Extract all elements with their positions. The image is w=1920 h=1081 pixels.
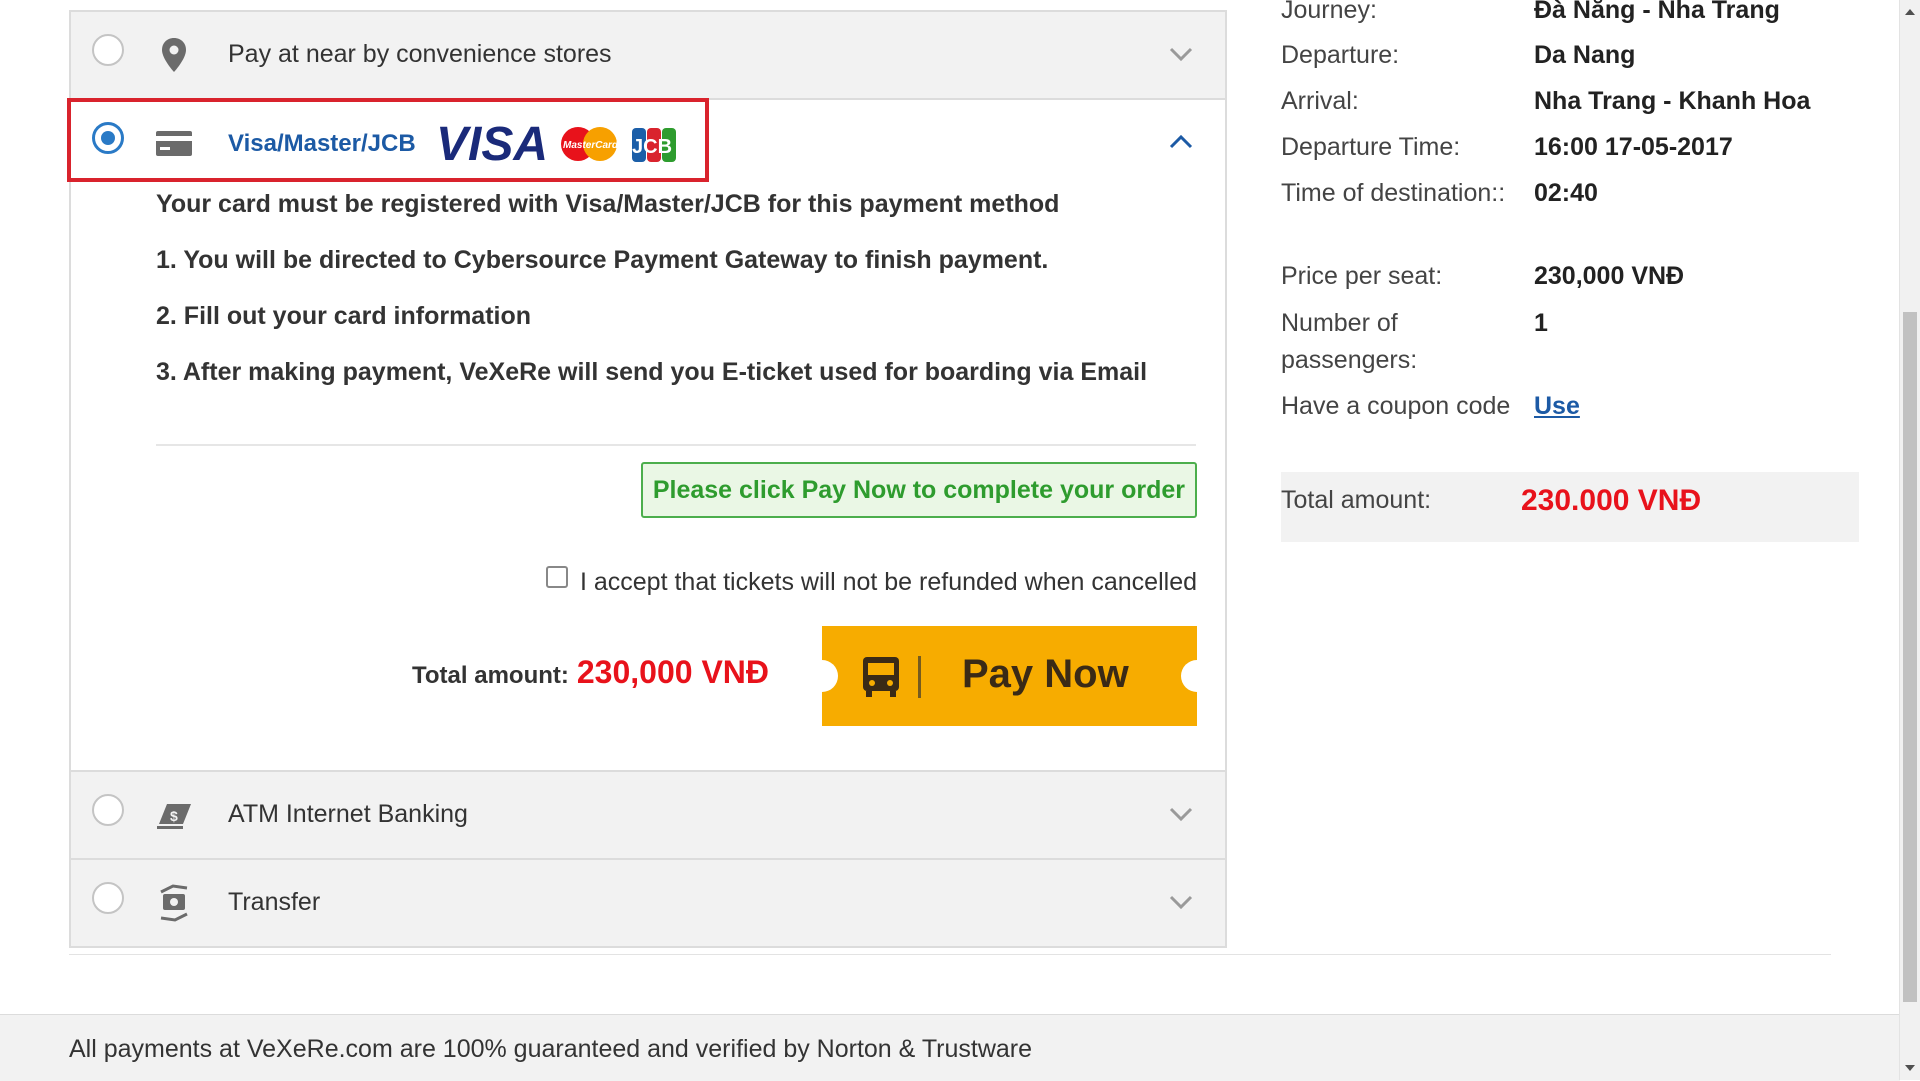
- summary-total-label: Total amount:: [1281, 486, 1432, 514]
- divider: [156, 444, 1196, 446]
- journey-label: Journey:: [1281, 0, 1377, 24]
- radio-convenience-stores[interactable]: [92, 34, 124, 66]
- coupon-label: Have a coupon code: [1281, 392, 1511, 420]
- chevron-down-icon[interactable]: [1165, 798, 1197, 830]
- total-amount-label: Total amount:: [412, 662, 569, 689]
- button-separator: [918, 656, 921, 698]
- price-per-seat-value: 230,000 VNĐ: [1534, 262, 1685, 290]
- payment-option-transfer[interactable]: Transfer: [71, 858, 1225, 946]
- radio-transfer[interactable]: [92, 882, 124, 914]
- svg-text:JCB: JCB: [632, 136, 672, 158]
- transfer-icon: [160, 884, 188, 922]
- svg-text:VISA: VISA: [436, 118, 548, 168]
- instruction-step-3: 3. After making payment, VeXeRe will sen…: [156, 358, 1148, 386]
- price-per-seat-label: Price per seat:: [1281, 262, 1443, 290]
- radio-atm-banking[interactable]: [92, 794, 124, 826]
- total-amount-value: 230,000 VNĐ: [576, 654, 769, 690]
- total-amount: Total amount: 230,000 VNĐ: [412, 654, 769, 691]
- chevron-up-icon[interactable]: [1165, 126, 1197, 158]
- payment-options-panel: Pay at near by convenience stores Visa/M…: [67, 10, 1227, 948]
- refund-policy-checkbox[interactable]: [545, 566, 568, 588]
- pay-now-notice: Please click Pay Now to complete your or…: [640, 462, 1197, 518]
- instruction-step-1: 1. You will be directed to Cybersource P…: [156, 246, 1049, 274]
- payment-option-label: ATM Internet Banking: [228, 800, 468, 828]
- atm-card-icon: $: [157, 804, 191, 829]
- coupon-use-link[interactable]: Use: [1534, 388, 1580, 425]
- payment-option-label: Transfer: [228, 888, 321, 916]
- chevron-down-icon[interactable]: [1165, 38, 1197, 70]
- arrival-value: Nha Trang - Khanh Hoa: [1534, 87, 1811, 115]
- scroll-down-arrow-icon[interactable]: [1904, 1062, 1916, 1074]
- payment-option-label: Pay at near by convenience stores: [228, 40, 612, 68]
- arrival-label: Arrival:: [1281, 87, 1359, 115]
- time-of-destination-label: Time of destination::: [1281, 179, 1506, 207]
- radio-card[interactable]: [92, 122, 124, 154]
- instruction-step-2: 2. Fill out your card information: [156, 302, 532, 330]
- passengers-value: 1: [1534, 309, 1548, 337]
- passengers-label: Number of passengers:: [1281, 309, 1418, 374]
- footer: All payments at VeXeRe.com are 100% guar…: [0, 1014, 1900, 1081]
- bus-icon: [863, 657, 899, 697]
- footer-guarantee-text: All payments at VeXeRe.com are 100% guar…: [69, 1035, 1033, 1063]
- payment-option-card[interactable]: Visa/Master/JCB VISA MasterCard JCB: [67, 98, 1225, 186]
- scroll-up-arrow-icon[interactable]: [1904, 6, 1916, 18]
- card-requirement-text: Your card must be registered with Visa/M…: [156, 190, 1060, 218]
- jcb-logo: JCB: [632, 128, 676, 162]
- payment-option-atm-banking[interactable]: $ ATM Internet Banking: [71, 770, 1225, 858]
- vertical-scrollbar[interactable]: [1899, 0, 1920, 1080]
- svg-text:MasterCard: MasterCard: [563, 140, 619, 151]
- credit-card-icon: [156, 131, 192, 156]
- card-brand-logos: VISA MasterCard JCB: [436, 118, 676, 168]
- divider: [69, 954, 1831, 955]
- location-pin-icon: [162, 38, 186, 72]
- scrollbar-thumb[interactable]: [1903, 312, 1917, 1002]
- ticket-notch: [1181, 660, 1197, 692]
- refund-policy-label: I accept that tickets will not be refund…: [579, 567, 1197, 596]
- journey-value: Đà Nẵng - Nha Trang: [1534, 0, 1780, 24]
- card-payment-details: Your card must be registered with Visa/M…: [71, 186, 1225, 770]
- refund-policy-checkbox-row[interactable]: I accept that tickets will not be refund…: [545, 566, 1197, 598]
- departure-value: Da Nang: [1534, 41, 1636, 69]
- mastercard-logo: MasterCard: [561, 127, 619, 161]
- svg-text:$: $: [170, 808, 178, 824]
- ticket-notch: [822, 660, 838, 692]
- departure-time-label: Departure Time:: [1281, 133, 1461, 161]
- summary-total-value: 230.000 VNĐ: [1521, 484, 1702, 517]
- chevron-down-icon[interactable]: [1165, 886, 1197, 918]
- summary-total: Total amount: 230.000 VNĐ: [1281, 472, 1859, 542]
- departure-label: Departure:: [1281, 41, 1400, 69]
- time-of-destination-value: 02:40: [1534, 179, 1598, 207]
- pay-now-label: Pay Now: [962, 652, 1129, 696]
- payment-option-convenience-stores[interactable]: Pay at near by convenience stores: [71, 10, 1225, 98]
- payment-option-label: Visa/Master/JCB: [228, 130, 416, 157]
- pay-now-button[interactable]: Pay Now: [822, 626, 1197, 726]
- departure-time-value: 16:00 17-05-2017: [1534, 133, 1733, 161]
